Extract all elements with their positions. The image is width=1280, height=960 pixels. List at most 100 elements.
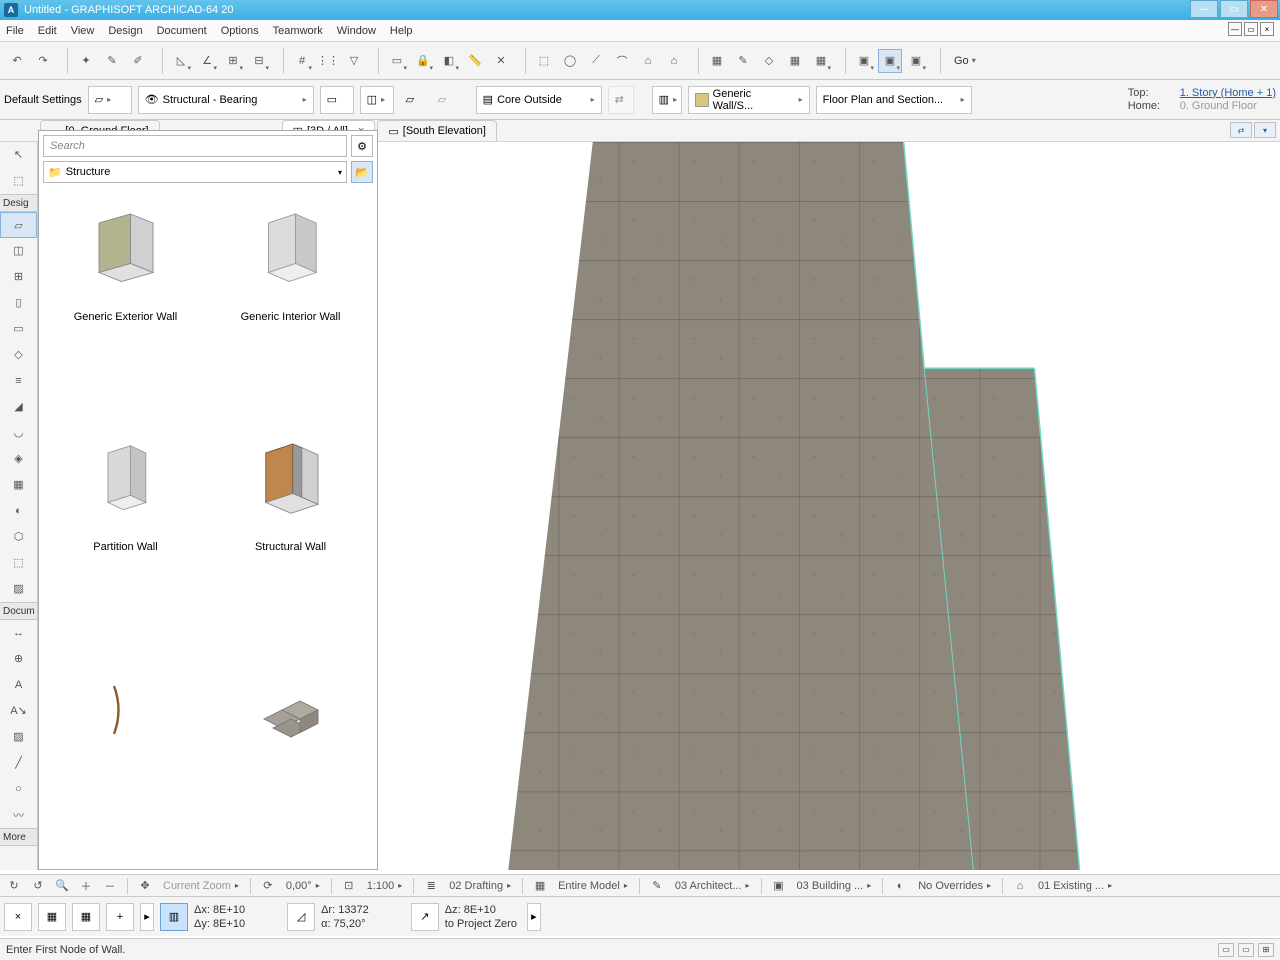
- snap-button[interactable]: ⊞: [221, 49, 245, 73]
- menu-file[interactable]: File: [6, 25, 24, 37]
- expand2-icon[interactable]: ▸: [527, 903, 541, 931]
- search-input[interactable]: Search: [43, 135, 347, 157]
- layer-combo[interactable]: 02 Drafting▸: [445, 877, 515, 895]
- document-header[interactable]: Docum: [0, 602, 37, 620]
- gridsnap-button[interactable]: ⋮⋮: [316, 49, 340, 73]
- partial-icon[interactable]: ▦: [530, 877, 550, 895]
- mvo-icon[interactable]: ▣: [769, 877, 789, 895]
- menu-options[interactable]: Options: [221, 25, 259, 37]
- more-header[interactable]: More: [0, 828, 37, 846]
- mesh-tool[interactable]: ▨: [0, 576, 37, 602]
- window-tool[interactable]: ⊞: [0, 264, 37, 290]
- favorite-item[interactable]: [47, 655, 204, 861]
- text-tool[interactable]: A: [0, 672, 37, 698]
- mdi-close-button[interactable]: ×: [1260, 22, 1274, 36]
- close-button[interactable]: ✕: [1250, 0, 1278, 18]
- inject-icon[interactable]: ✐: [126, 49, 150, 73]
- redo-button[interactable]: ↷: [31, 49, 55, 73]
- favorite-item[interactable]: Structural Wall: [212, 425, 369, 643]
- menu-teamwork[interactable]: Teamwork: [273, 25, 323, 37]
- snap2-button[interactable]: ⊟: [247, 49, 271, 73]
- status-icon-2[interactable]: ▭: [1238, 943, 1254, 957]
- t1-button[interactable]: ▦: [705, 49, 729, 73]
- dim-tool[interactable]: ↔: [0, 620, 37, 646]
- folder-path[interactable]: 📁 Structure ▾: [43, 161, 347, 183]
- design-header[interactable]: Desig: [0, 194, 37, 212]
- z-mode-button[interactable]: ↗: [411, 903, 439, 931]
- geometry2-button[interactable]: ◫▸: [360, 86, 394, 114]
- rotate-icon[interactable]: ⟳: [258, 877, 278, 895]
- lasso-button[interactable]: ◯: [558, 49, 582, 73]
- structure-dropdown[interactable]: 👁 Structural - Bearing ▸: [138, 86, 314, 114]
- scale[interactable]: 1:100▸: [363, 877, 407, 895]
- tab-list-icon[interactable]: ▾: [1254, 122, 1276, 138]
- arrow-tool[interactable]: ↖: [0, 142, 37, 168]
- undo-button[interactable]: ↶: [5, 49, 29, 73]
- ruler-button[interactable]: 📏: [463, 49, 487, 73]
- arc2-button[interactable]: ⌒: [610, 49, 634, 73]
- open-view-button[interactable]: ▣: [852, 49, 876, 73]
- grid2-button[interactable]: ▦: [72, 903, 100, 931]
- wall-tool-icon[interactable]: ▱▸: [88, 86, 132, 114]
- composite-icon[interactable]: ▥▸: [652, 86, 682, 114]
- pen-set[interactable]: 03 Architect...▸: [671, 877, 754, 895]
- menu-document[interactable]: Document: [157, 25, 207, 37]
- menu-view[interactable]: View: [71, 25, 95, 37]
- t2-button[interactable]: ✎: [731, 49, 755, 73]
- cancel-button[interactable]: ✕: [489, 49, 513, 73]
- menu-window[interactable]: Window: [337, 25, 376, 37]
- zoom-level[interactable]: Current Zoom▸: [159, 877, 243, 895]
- gear-icon[interactable]: ⚙: [351, 135, 373, 157]
- menu-edit[interactable]: Edit: [38, 25, 57, 37]
- spline-tool[interactable]: 〰: [0, 802, 37, 828]
- view3d-button[interactable]: ▣: [878, 49, 902, 73]
- slab-tool[interactable]: ◇: [0, 342, 37, 368]
- beam-tool[interactable]: ▭: [0, 316, 37, 342]
- maximize-button[interactable]: ▭: [1220, 0, 1248, 18]
- overrides[interactable]: No Overrides▸: [914, 877, 995, 895]
- override-icon[interactable]: ◐: [890, 877, 910, 895]
- floor-plan-dropdown[interactable]: Floor Plan and Section...▸: [816, 86, 972, 114]
- layer-icon[interactable]: ≣: [421, 877, 441, 895]
- geometry1-button[interactable]: ▭: [320, 86, 354, 114]
- minimize-button[interactable]: —: [1190, 0, 1218, 18]
- mdi-restore-button[interactable]: ▭: [1244, 22, 1258, 36]
- scale-icon[interactable]: ⊡: [339, 877, 359, 895]
- mvo[interactable]: 03 Building ...▸: [793, 877, 876, 895]
- zone-tool[interactable]: ⬚: [0, 550, 37, 576]
- viewport-3d[interactable]: [378, 142, 1280, 870]
- arc-button[interactable]: ⟋: [584, 49, 608, 73]
- level-tool[interactable]: ⊕: [0, 646, 37, 672]
- pen-icon[interactable]: ✎: [647, 877, 667, 895]
- status-icon-3[interactable]: ⊞: [1258, 943, 1274, 957]
- tab-south-elevation[interactable]: ▭[South Elevation]: [377, 120, 497, 141]
- line-tool[interactable]: ╱: [0, 750, 37, 776]
- rotation[interactable]: 0,00°▸: [282, 877, 324, 895]
- slab-icon[interactable]: ▱: [400, 86, 426, 114]
- stair-tool[interactable]: ≡: [0, 368, 37, 394]
- go-menu[interactable]: Go: [954, 55, 969, 67]
- object-tool[interactable]: ⬡: [0, 524, 37, 550]
- home-icon[interactable]: ⌂: [662, 49, 686, 73]
- trace-button[interactable]: ◧: [437, 49, 461, 73]
- origin-button[interactable]: ×: [4, 903, 32, 931]
- favorite-item[interactable]: Generic Interior Wall: [212, 195, 369, 413]
- skylight-tool[interactable]: ◈: [0, 446, 37, 472]
- up-folder-button[interactable]: 📂: [351, 161, 373, 183]
- label-tool[interactable]: A↘: [0, 698, 37, 724]
- morph-tool[interactable]: ◐: [0, 498, 37, 524]
- zoom-icon[interactable]: 🔍: [52, 877, 72, 895]
- circle-tool[interactable]: ○: [0, 776, 37, 802]
- default-settings-label[interactable]: Default Settings: [4, 94, 82, 106]
- favorite-item[interactable]: [212, 655, 369, 861]
- pan-icon[interactable]: ✥: [135, 877, 155, 895]
- mdi-minimize-button[interactable]: —: [1228, 22, 1242, 36]
- core-dropdown[interactable]: ▤Core Outside▸: [476, 86, 602, 114]
- house-button[interactable]: ⌂: [636, 49, 660, 73]
- t3-button[interactable]: ◇: [757, 49, 781, 73]
- suspend-button[interactable]: ▭: [385, 49, 409, 73]
- partial-display[interactable]: Entire Model▸: [554, 877, 632, 895]
- favorite-item[interactable]: Generic Exterior Wall: [47, 195, 204, 413]
- door-tool[interactable]: ◫: [0, 238, 37, 264]
- curtain-tool[interactable]: ▦: [0, 472, 37, 498]
